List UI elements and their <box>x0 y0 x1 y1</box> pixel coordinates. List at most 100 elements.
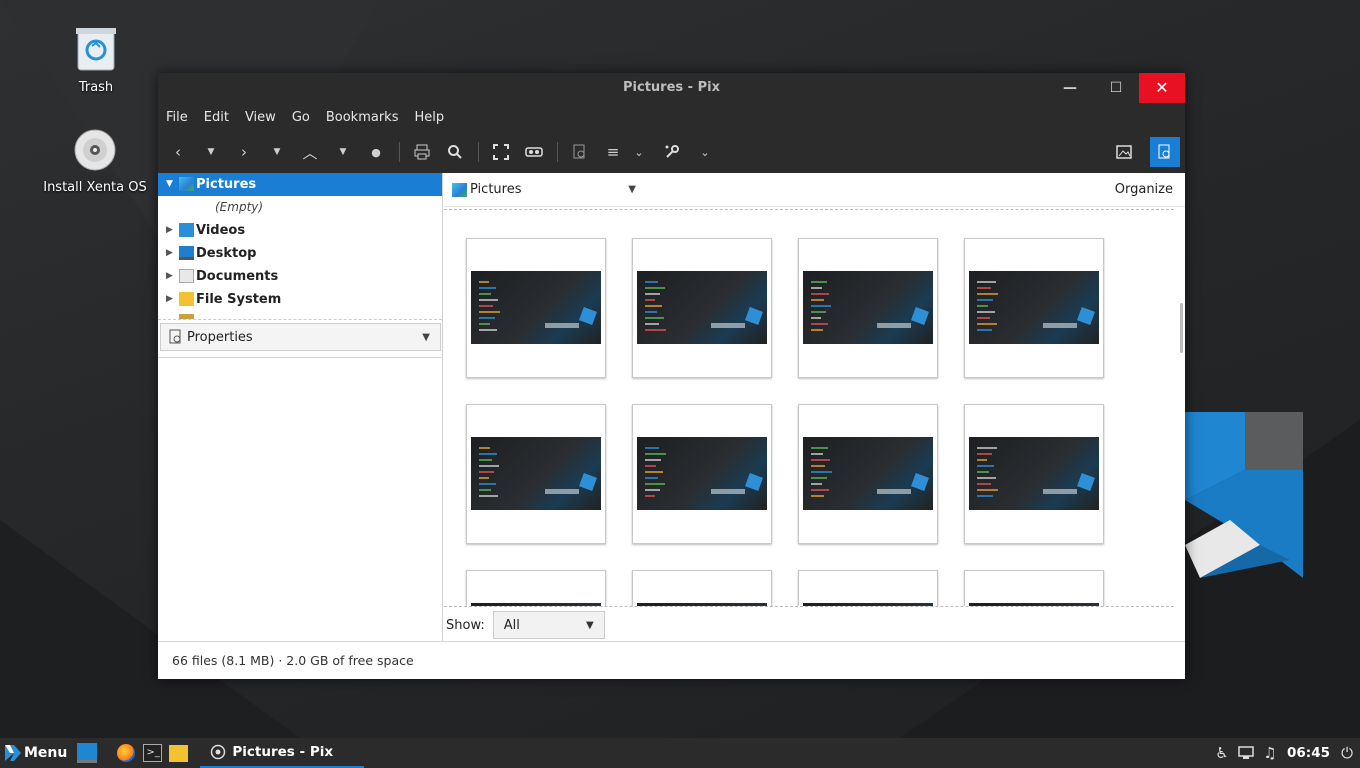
thumbnail-image <box>637 271 767 344</box>
thumbnail-detail <box>811 443 845 507</box>
sidebar-item-file-system[interactable]: ▶ File System <box>158 288 442 311</box>
menu-help[interactable]: Help <box>414 110 444 125</box>
menu-bar: File Edit View Go Bookmarks Help <box>158 103 1185 131</box>
collapsed-arrow-icon[interactable]: ▶ <box>166 219 173 242</box>
pix-app-icon <box>211 744 226 760</box>
image-thumbnail[interactable] <box>466 238 606 378</box>
toolbar-separator <box>478 142 479 162</box>
slideshow-icon[interactable] <box>522 140 546 164</box>
tools-icon[interactable] <box>660 140 684 164</box>
organize-button[interactable]: Organize <box>1115 182 1173 197</box>
print-icon[interactable] <box>410 140 434 164</box>
list-menu-icon[interactable]: ≡ <box>601 140 625 164</box>
forward-icon[interactable]: › <box>232 140 256 164</box>
start-menu-button[interactable]: Menu <box>4 743 67 763</box>
chevron-down-icon: ▼ <box>422 331 430 343</box>
thumbnail-detail <box>479 277 513 341</box>
power-icon[interactable]: ⏻ <box>1338 744 1356 762</box>
thumbnail-brand <box>711 323 745 328</box>
browser-mode-icon[interactable] <box>1150 137 1180 167</box>
desktop-icon-trash[interactable]: Trash <box>41 26 151 95</box>
image-thumbnail[interactable] <box>798 404 938 544</box>
music-icon[interactable]: ♫ <box>1261 744 1279 762</box>
thumbnail-image <box>637 603 767 606</box>
scrollbar[interactable] <box>1180 303 1183 353</box>
back-history-chevron-icon[interactable]: ▼ <box>199 140 223 164</box>
image-thumbnail[interactable] <box>798 238 938 378</box>
properties-icon <box>169 329 181 344</box>
documents-folder-icon <box>179 269 194 283</box>
close-button[interactable]: ✕ <box>1139 73 1185 103</box>
image-thumbnail[interactable] <box>964 404 1104 544</box>
main-content: ▼ Pictures (Empty) ▶ Videos ▶ Desktop ▶ … <box>158 173 1185 679</box>
accessibility-icon[interactable]: ♿ <box>1213 744 1231 762</box>
expanded-arrow-icon[interactable]: ▼ <box>166 173 173 196</box>
chevron-down-icon[interactable]: ⌄ <box>693 140 717 164</box>
forward-history-chevron-icon[interactable]: ▼ <box>265 140 289 164</box>
desktop-icon-install[interactable]: Install Xenta OS <box>40 128 150 195</box>
network-icon[interactable] <box>1237 744 1255 762</box>
menu-file[interactable]: File <box>166 110 188 125</box>
image-thumbnail[interactable] <box>632 570 772 606</box>
status-bar: 66 files (8.1 MB) · 2.0 GB of free space <box>158 641 1185 679</box>
thumbnail-image <box>803 271 933 344</box>
image-thumbnail[interactable] <box>466 570 606 606</box>
xenta-logo-icon <box>5 745 21 761</box>
image-thumbnail[interactable] <box>964 570 1104 606</box>
up-history-chevron-icon[interactable]: ▼ <box>331 140 355 164</box>
sidebar-item-documents[interactable]: ▶ Documents <box>158 265 442 288</box>
sidebar-item-label: Pictures <box>196 177 257 192</box>
thumbnail-image <box>803 603 933 606</box>
taskbar-window-pix[interactable]: Pictures - Pix <box>200 738 365 768</box>
browser-launcher-icon[interactable] <box>117 744 136 762</box>
show-filter-select[interactable]: All ▼ <box>492 611 605 639</box>
properties-selector[interactable]: Properties ▼ <box>160 323 441 351</box>
chevron-down-icon[interactable]: ⌄ <box>627 140 651 164</box>
sidebar-item-videos[interactable]: ▶ Videos <box>158 219 442 242</box>
location-selector[interactable]: Pictures ▼ <box>452 182 636 197</box>
title-bar[interactable]: Pictures - Pix — ☐ ✕ <box>158 73 1185 103</box>
image-thumbnail[interactable] <box>632 404 772 544</box>
thumbnail-brand <box>877 323 911 328</box>
image-thumbnail[interactable] <box>798 570 938 606</box>
clock[interactable]: 06:45 <box>1287 745 1330 761</box>
files-launcher-icon[interactable] <box>169 744 189 762</box>
image-thumbnail[interactable] <box>964 238 1104 378</box>
menu-bookmarks[interactable]: Bookmarks <box>326 110 399 125</box>
collapsed-arrow-icon[interactable]: ▶ <box>166 288 173 311</box>
thumbnail-logo <box>745 307 763 325</box>
sidebar-item-desktop[interactable]: ▶ Desktop <box>158 242 442 265</box>
thumbnail-brand <box>545 323 579 328</box>
up-icon[interactable]: ︿ <box>298 140 322 164</box>
thumbnail-image <box>969 603 1099 606</box>
image-thumbnail[interactable] <box>466 404 606 544</box>
chevron-down-icon: ▼ <box>628 184 636 195</box>
menu-view[interactable]: View <box>245 110 276 125</box>
thumbnail-detail <box>645 277 679 341</box>
sidebar-item-pictures[interactable]: ▼ Pictures <box>158 173 442 196</box>
terminal-launcher-icon[interactable]: >_ <box>143 744 163 762</box>
properties-icon[interactable] <box>568 140 592 164</box>
maximize-button[interactable]: ☐ <box>1093 73 1139 103</box>
minimize-button[interactable]: — <box>1047 73 1093 103</box>
thumbnail-logo <box>745 473 763 491</box>
image-thumbnail[interactable] <box>632 238 772 378</box>
back-icon[interactable]: ‹ <box>166 140 190 164</box>
stop-icon[interactable]: ● <box>364 140 388 164</box>
videos-folder-icon <box>179 223 194 237</box>
menu-go[interactable]: Go <box>292 110 310 125</box>
collapsed-arrow-icon[interactable]: ▶ <box>166 242 173 265</box>
thumbnail-detail <box>479 443 513 507</box>
search-icon[interactable] <box>443 140 467 164</box>
viewer-mode-icon[interactable] <box>1112 140 1136 164</box>
thumbnail-detail <box>977 277 1011 341</box>
fullscreen-icon[interactable] <box>489 140 513 164</box>
show-desktop-icon[interactable] <box>77 743 98 763</box>
sidebar-item-label: Videos <box>196 223 246 238</box>
menu-edit[interactable]: Edit <box>204 110 229 125</box>
chevron-down-icon: ▼ <box>586 619 594 631</box>
file-system-folder-icon <box>179 292 194 306</box>
tree-divider <box>158 319 442 320</box>
sidebar-item-label: File System <box>196 292 282 307</box>
collapsed-arrow-icon[interactable]: ▶ <box>166 265 173 288</box>
